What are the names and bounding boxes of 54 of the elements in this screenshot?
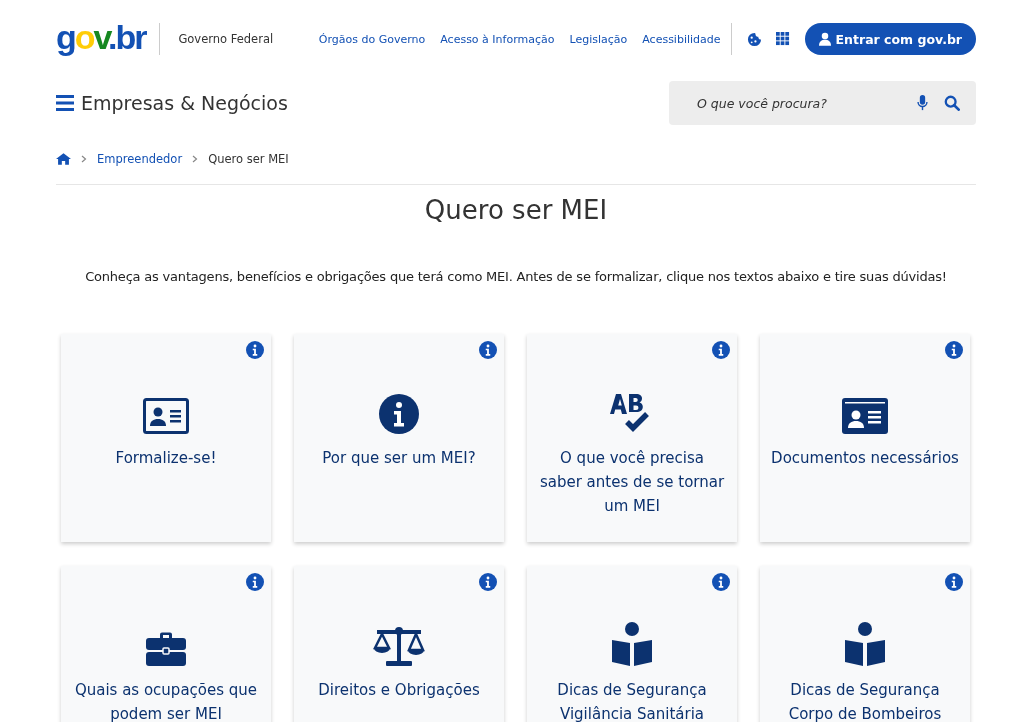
info-icon[interactable] <box>479 341 497 359</box>
topic-card[interactable]: Quais as ocupações que podem ser MEI <box>61 566 271 722</box>
topic-card[interactable]: Direitos e Obrigações <box>294 566 504 722</box>
card-label: Dicas de Segurança Corpo de Bombeiros <box>787 680 943 722</box>
cookie-icon[interactable] <box>746 31 762 47</box>
card-label: Documentos necessários <box>770 448 960 469</box>
info-icon[interactable] <box>945 573 963 591</box>
briefcase-icon <box>146 632 186 666</box>
card-label: Formalize-se! <box>114 448 218 469</box>
govbr-logo[interactable]: gov.br <box>56 20 146 58</box>
info-icon[interactable] <box>479 573 497 591</box>
apps-grid-icon[interactable] <box>775 32 790 46</box>
topic-card[interactable]: Por que ser um MEI? <box>294 334 504 542</box>
header-link[interactable]: Legislação <box>569 32 628 46</box>
site-title: Empresas & Negócios <box>81 92 288 114</box>
search-icon[interactable] <box>944 95 960 111</box>
org-name: Governo Federal <box>178 32 274 46</box>
breadcrumb-item: Quero ser MEI <box>208 152 289 166</box>
info-icon[interactable] <box>712 573 730 591</box>
id-card-icon <box>842 398 888 434</box>
id-card-icon <box>143 398 189 434</box>
topic-card[interactable]: Dicas de Segurança Corpo de Bombeiros <box>760 566 970 722</box>
search-bar[interactable]: O que você procura? <box>669 81 976 125</box>
chevron-icon <box>192 155 199 163</box>
topic-card[interactable]: Documentos necessários <box>760 334 970 542</box>
chevron-icon <box>81 155 87 163</box>
page-title: Quero ser MEI <box>423 195 609 225</box>
card-label: Quais as ocupações que podem ser MEI <box>73 680 259 722</box>
scale-icon <box>373 626 425 666</box>
book-reader-icon <box>845 622 885 666</box>
user-icon <box>818 32 831 46</box>
search-field[interactable]: O que você procura? <box>695 94 901 112</box>
menu-icon[interactable] <box>56 95 74 111</box>
card-label: O que você precisa saber antes de se tornar um MEI <box>538 448 726 517</box>
header-link[interactable]: Acessibilidade <box>642 32 721 46</box>
intro-text: Conheça as vantagens, benefícios e obrigações que terá como MEI. Antes de se formalizar, clique nos textos abaixo e tire suas dúvidas! <box>84 269 948 284</box>
topic-card[interactable]: Formalize-se! <box>61 334 271 542</box>
login-button[interactable]: Entrar com gov.br <box>804 23 976 55</box>
card-label: Dicas de Segurança Vigilância Sanitária <box>556 680 708 722</box>
info-icon[interactable] <box>945 341 963 359</box>
header-link[interactable]: Órgãos do Governo <box>318 32 426 46</box>
info-icon[interactable] <box>712 341 730 359</box>
card-label: Direitos e Obrigações <box>317 680 481 701</box>
topic-card[interactable]: O que você precisa saber antes de se tornar um MEI <box>527 334 737 542</box>
info-icon[interactable] <box>246 341 264 359</box>
book-reader-icon <box>612 622 652 666</box>
microphone-icon[interactable] <box>917 95 928 111</box>
topic-card[interactable]: Dicas de Segurança Vigilância Sanitária <box>527 566 737 722</box>
info-circle-icon <box>379 394 419 434</box>
card-label: Por que ser um MEI? <box>321 448 477 469</box>
breadcrumb-item[interactable]: Empreendedor <box>97 152 183 166</box>
info-icon[interactable] <box>246 573 264 591</box>
home-icon[interactable] <box>56 153 71 165</box>
header-link[interactable]: Acesso à Informação <box>440 32 555 46</box>
